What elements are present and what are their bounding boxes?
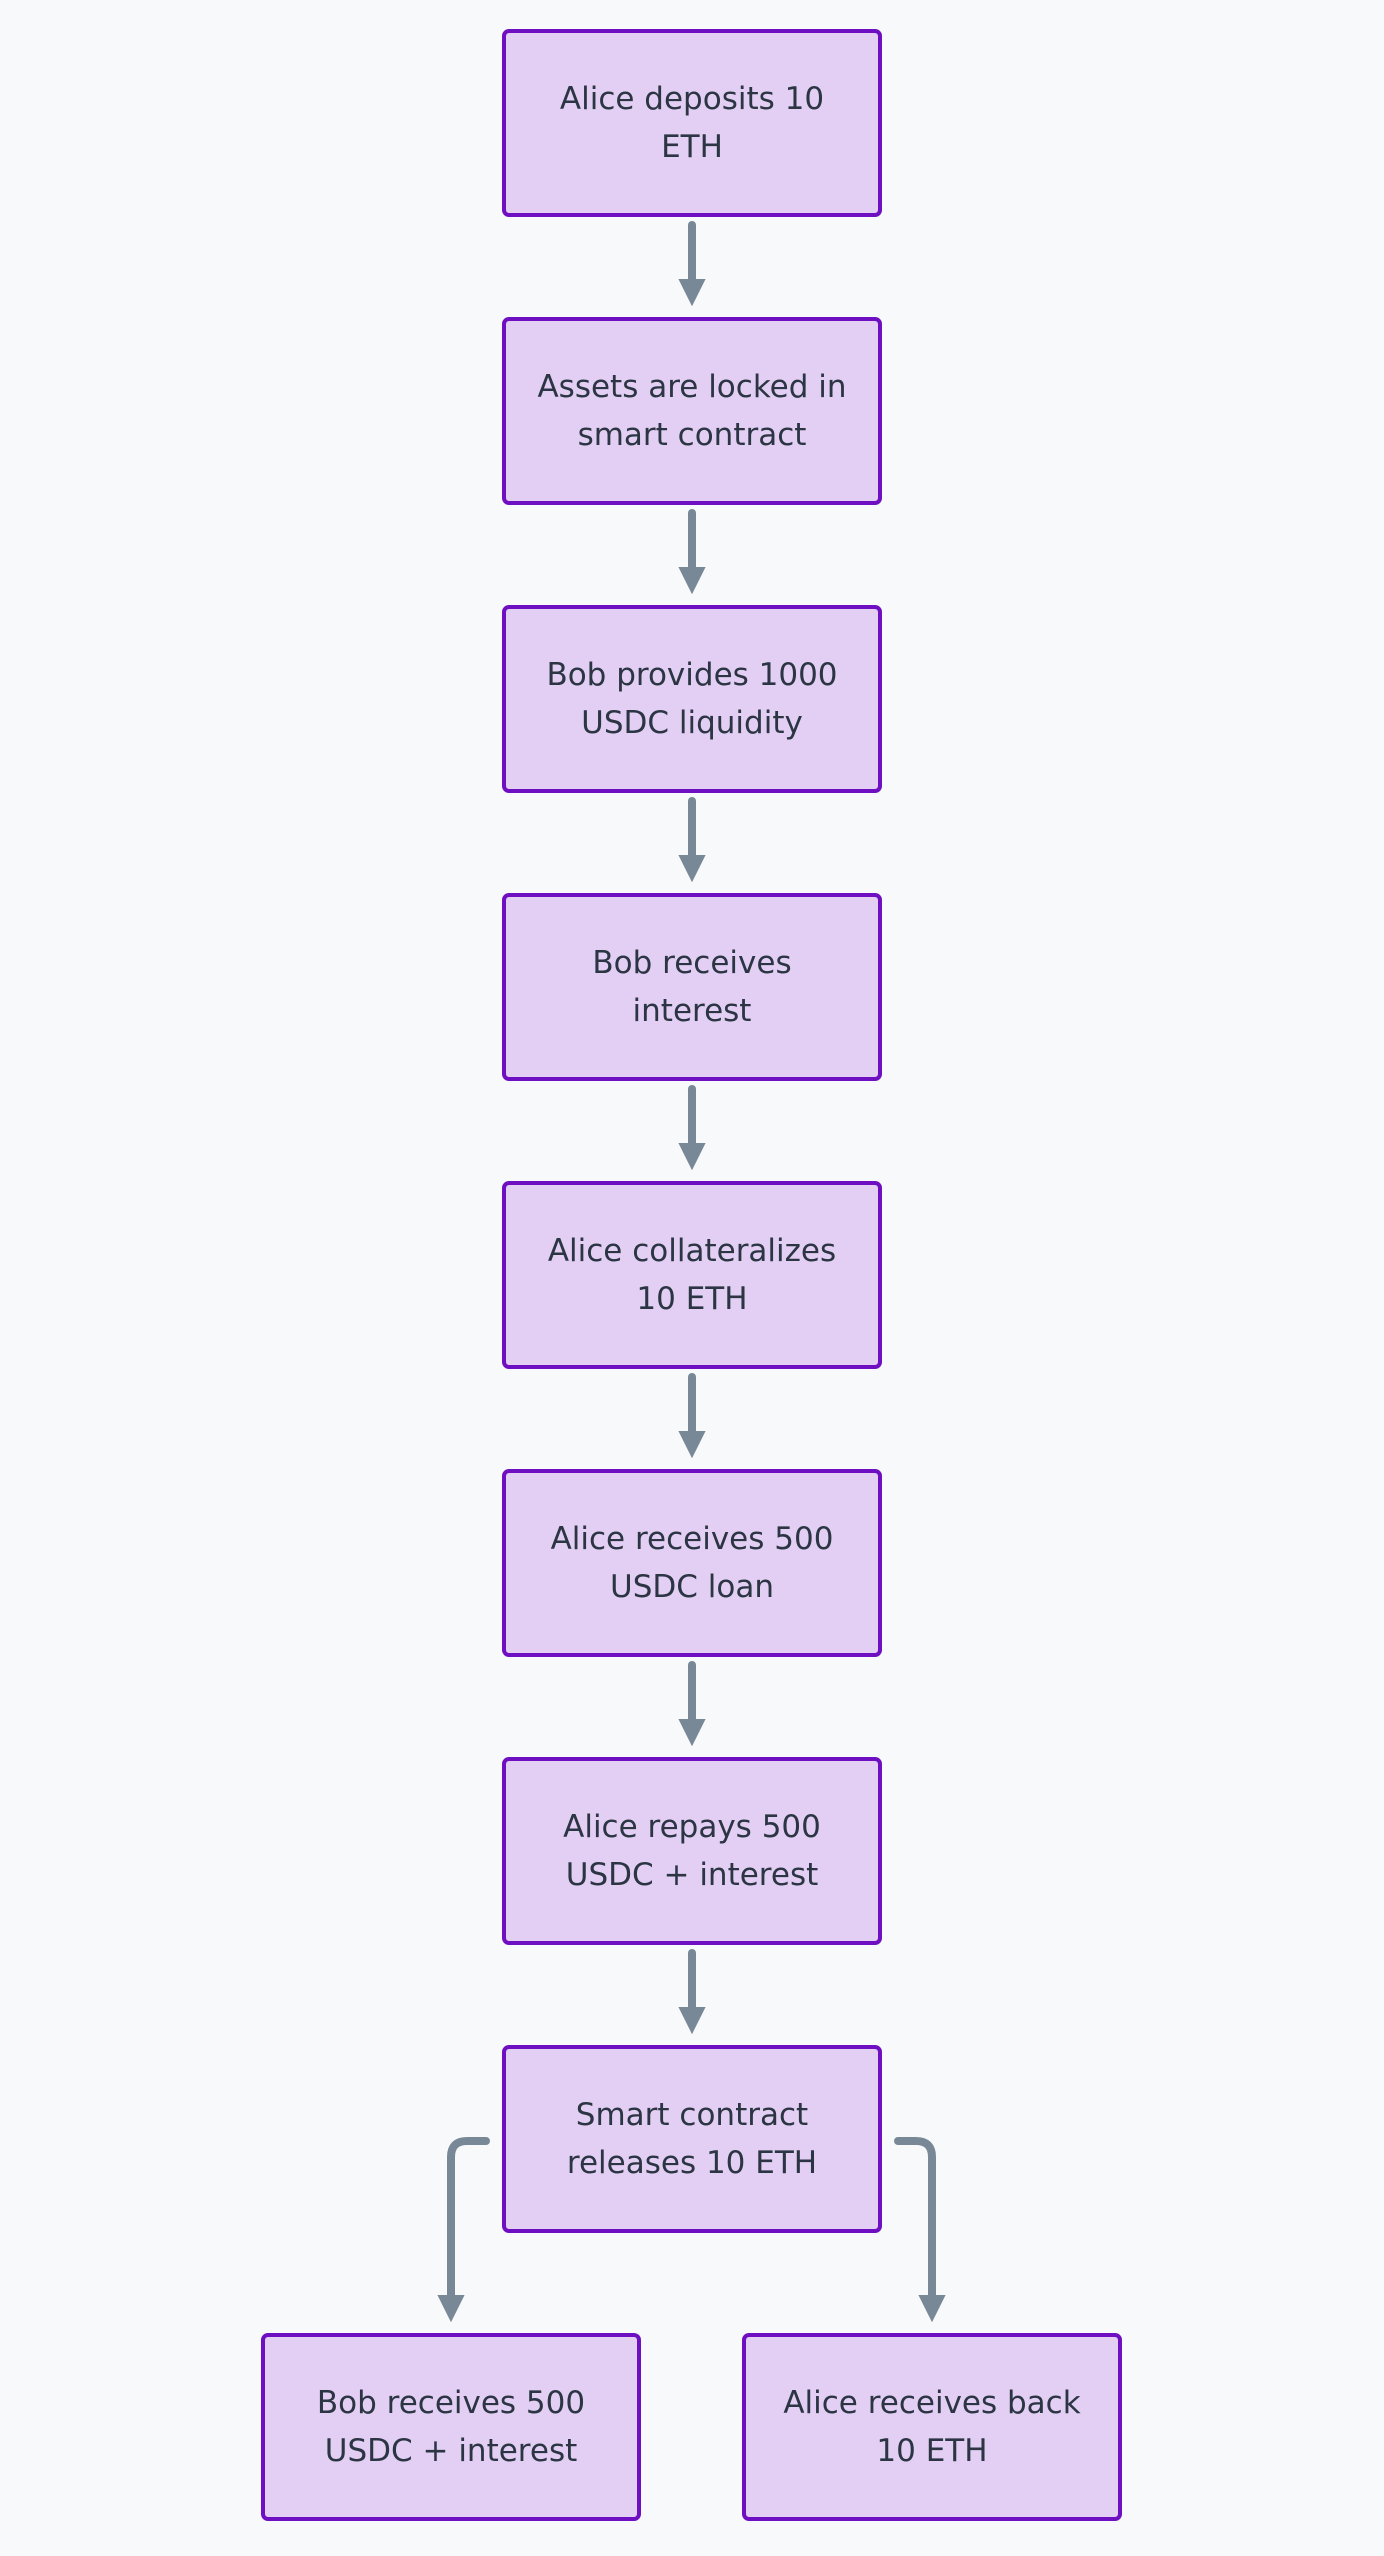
node-label: Bob receives 500 USDC + interest	[316, 2385, 586, 2469]
flow-node-n4: Bob receives interest	[502, 893, 882, 1081]
node-label: Alice collateralizes 10 ETH	[547, 1233, 837, 1317]
flow-node-n1: Alice deposits 10 ETH	[502, 29, 882, 217]
flow-node-n10: Alice receives back 10 ETH	[742, 2333, 1122, 2521]
flow-node-n8: Smart contract releases 10 ETH	[502, 2045, 882, 2233]
flow-node-n3: Bob provides 1000 USDC liquidity	[502, 605, 882, 793]
node-label: Assets are locked in smart contract	[537, 369, 847, 453]
node-label: Alice receives back 10 ETH	[783, 2385, 1081, 2469]
node-label: Alice deposits 10 ETH	[559, 81, 825, 165]
node-label: Bob receives interest	[592, 945, 792, 1029]
arrow-n8-to-n9	[437, 2137, 490, 2323]
node-label: Alice receives 500 USDC loan	[550, 1521, 834, 1605]
flow-node-n5: Alice collateralizes 10 ETH	[502, 1181, 882, 1369]
node-label: Alice repays 500 USDC + interest	[563, 1809, 821, 1893]
flow-node-n6: Alice receives 500 USDC loan	[502, 1469, 882, 1657]
node-label: Smart contract releases 10 ETH	[566, 2097, 818, 2181]
flow-node-n2: Assets are locked in smart contract	[502, 317, 882, 505]
flow-node-n7: Alice repays 500 USDC + interest	[502, 1757, 882, 1945]
flow-node-n9: Bob receives 500 USDC + interest	[261, 2333, 641, 2521]
arrow-n8-to-n10	[894, 2137, 946, 2323]
node-label: Bob provides 1000 USDC liquidity	[546, 657, 838, 741]
